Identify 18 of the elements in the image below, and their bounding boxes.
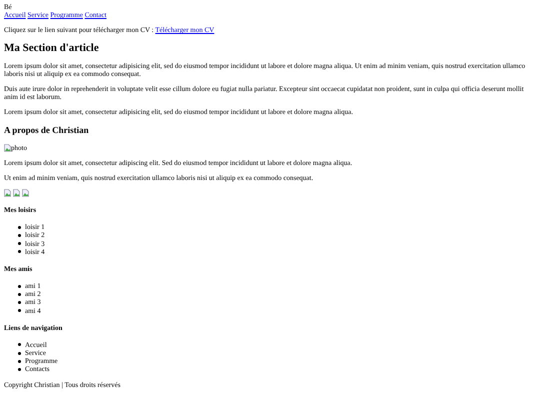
section-title: A propos de Christian (4, 124, 90, 136)
broken-image-icon (4, 144, 11, 152)
bullet-icon (18, 242, 21, 246)
bullet-icon (18, 352, 21, 355)
broken-image-icon (13, 189, 20, 198)
bullet-icon (18, 292, 21, 296)
bullet-icon (18, 284, 21, 288)
bullet-icon (18, 360, 21, 363)
broken-image-icon (4, 189, 11, 198)
bullet-icon (18, 309, 21, 312)
bullet-icon (18, 250, 21, 254)
bullet-icon (18, 343, 21, 346)
bullet-icon (18, 234, 21, 238)
bullet-icon (18, 301, 21, 304)
broken-image-icon (22, 189, 29, 198)
bullet-icon (18, 226, 21, 229)
bullet-icon (18, 368, 21, 372)
article-title: Ma Section d'article (4, 42, 100, 55)
